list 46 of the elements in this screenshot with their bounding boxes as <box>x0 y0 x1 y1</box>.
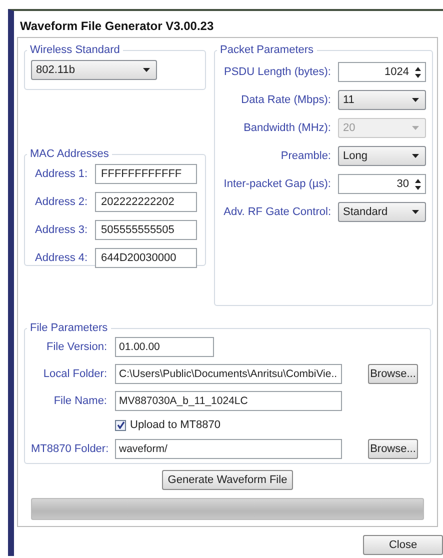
spin-icon <box>415 66 421 78</box>
browse-button[interactable]: Browse... <box>368 439 418 459</box>
field-label: File Name: <box>52 395 107 407</box>
number-spinner[interactable]: 30 <box>338 174 426 194</box>
group-title: File Parameters <box>29 322 109 334</box>
field-label: MT8870 Folder: <box>31 443 107 455</box>
generate-button[interactable]: Generate Waveform File <box>162 470 294 490</box>
checkbox[interactable] <box>115 420 126 430</box>
caret-icon <box>412 126 419 130</box>
text-field[interactable]: waveform/ <box>115 439 342 459</box>
field-label: File Version: <box>45 341 107 353</box>
spin-icon <box>415 178 421 190</box>
address-field[interactable]: 202222222202 <box>95 192 197 212</box>
group-title: MAC Addresses <box>29 148 110 160</box>
browse-button[interactable]: Browse... <box>368 364 418 384</box>
text-field[interactable]: MV887030A_b_11_1024LC <box>115 391 342 411</box>
field-label: Inter-packet Gap (µs): <box>224 178 331 190</box>
address-field[interactable]: 644D20030000 <box>95 248 197 268</box>
caret-icon <box>412 98 419 102</box>
field-label: Preamble: <box>280 150 331 162</box>
dropdown[interactable]: Long <box>338 146 426 166</box>
close-button[interactable]: Close <box>363 535 443 555</box>
field-label: Data Rate (Mbps): <box>241 94 331 106</box>
field-label: PSDU Length (bytes): <box>224 66 331 78</box>
dropdown[interactable]: Standard <box>338 202 426 222</box>
caret-icon <box>143 68 150 72</box>
field-label: Address 2: <box>35 196 87 208</box>
group-title: Wireless Standard <box>29 44 121 56</box>
field-label: Address 1: <box>35 168 87 180</box>
address-field[interactable]: 505555555505 <box>95 220 197 240</box>
text-field[interactable]: C:\Users\Public\Documents\Anritsu\CombiVie... <box>115 364 342 384</box>
field-label: Adv. RF Gate Control: <box>224 206 331 218</box>
number-spinner[interactable]: 1024 <box>338 62 426 82</box>
caret-icon <box>412 154 419 158</box>
field-label: Bandwidth (MHz): <box>244 122 331 134</box>
address-field[interactable]: FFFFFFFFFFFF <box>95 164 197 184</box>
dropdown[interactable]: 11 <box>338 90 426 110</box>
caret-icon <box>412 210 419 214</box>
field-label: Address 4: <box>35 252 87 264</box>
text-field[interactable]: 01.00.00 <box>115 337 214 357</box>
checkbox-label: Upload to MT8870 <box>130 419 220 431</box>
window-title: Waveform File Generator V3.00.23 <box>19 18 215 35</box>
field-label: Local Folder: <box>42 368 107 380</box>
wireless-standard-dropdown[interactable]: 802.11b <box>31 60 157 80</box>
group-title: Packet Parameters <box>219 44 315 56</box>
field-label: Address 3: <box>35 224 87 236</box>
